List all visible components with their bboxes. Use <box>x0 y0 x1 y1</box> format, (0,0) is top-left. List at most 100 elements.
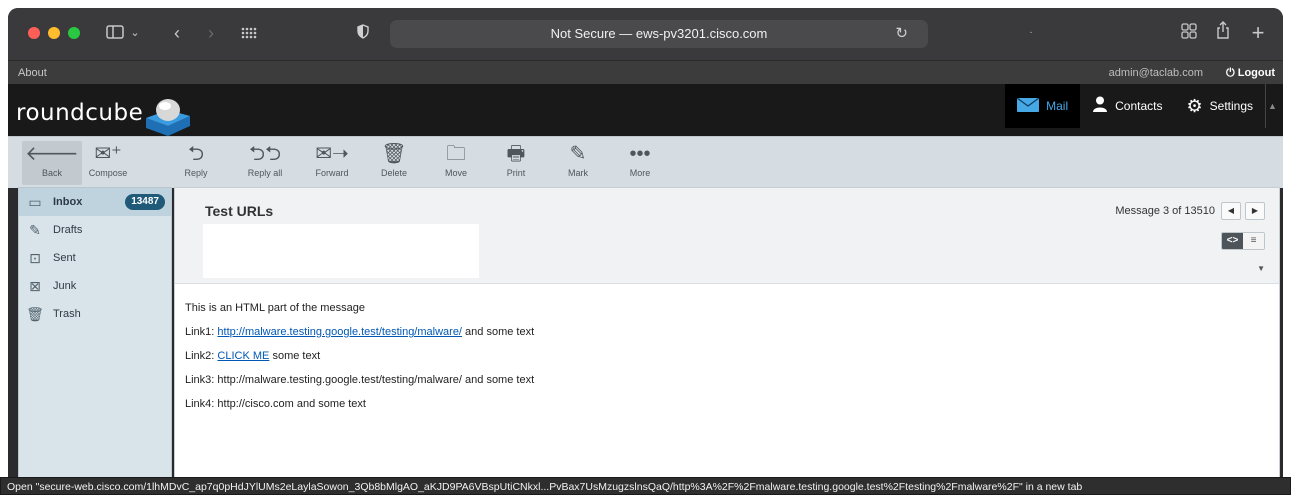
folder-move-icon: 🗀 <box>446 143 466 165</box>
message-pane: Test URLs Message 3 of 13510 ◀ ▶ <> ≡ ▼ … <box>174 187 1280 487</box>
trash-icon: 🗑 <box>26 305 44 322</box>
reply-all-button[interactable]: ⮌⮌ Reply all <box>230 141 300 185</box>
reload-icon[interactable]: ↻ <box>895 20 908 48</box>
close-window-button[interactable] <box>28 27 40 39</box>
chevron-down-icon[interactable]: ▼ <box>1257 264 1265 273</box>
folder-junk[interactable]: ⊠ Junk <box>19 272 171 300</box>
compose-button[interactable]: ✉⁺ Compose <box>78 141 138 185</box>
link2[interactable]: CLICK ME <box>217 350 269 362</box>
folder-label: Trash <box>53 308 81 320</box>
unread-count-badge: 13487 <box>125 194 165 210</box>
folder-label: Sent <box>53 252 76 264</box>
back-label: Back <box>41 168 62 178</box>
sender-info-box <box>203 224 479 278</box>
browser-toolbar: ⌄ ‹ › Not Secure — ews-pv3201.cisco.com … <box>8 8 1283 60</box>
reply-all-icon: ⮌⮌ <box>248 143 282 165</box>
folder-inbox[interactable]: ▭ Inbox 13487 <box>19 188 171 216</box>
body-line: This is an HTML part of the message <box>185 302 365 314</box>
folder-label: Drafts <box>53 224 83 236</box>
message-subject: Test URLs <box>205 203 274 219</box>
tab-grid-icon[interactable] <box>238 20 260 46</box>
address-bar-text: Not Secure — ews-pv3201.cisco.com <box>550 26 768 41</box>
mark-label: Mark <box>568 168 588 178</box>
reply-icon: ⮌ <box>187 143 205 165</box>
printer-icon: 🖶 <box>506 143 526 165</box>
trash-icon: 🗑 <box>381 143 407 165</box>
zoom-window-button[interactable] <box>68 27 80 39</box>
folder-label: Inbox <box>53 196 83 208</box>
nav-mail[interactable]: Mail <box>1005 84 1081 128</box>
body-line: Link2: CLICK ME some text <box>185 344 534 368</box>
new-tab-icon[interactable]: + <box>1248 20 1268 46</box>
power-icon: ⏻ <box>1225 67 1238 79</box>
body-line: Link4: http://cisco.com and some text <box>185 398 366 410</box>
back-icon[interactable]: ‹ <box>168 20 186 46</box>
view-mode-toggle: <> ≡ <box>1221 232 1265 250</box>
topline: About admin@taclab.com ⏻ Logout <box>8 60 1283 84</box>
nav-mail-label: Mail <box>1046 99 1069 113</box>
folder-sent[interactable]: ⊡ Sent <box>19 244 171 272</box>
pencil-mark-icon: ✎ <box>569 143 587 165</box>
delete-label: Delete <box>380 168 407 178</box>
move-button[interactable]: 🗀 Move <box>426 141 486 185</box>
body-line: Link3: http://malware.testing.google.tes… <box>185 374 535 386</box>
move-label: Move <box>444 168 467 178</box>
reply-label: Reply <box>184 168 208 178</box>
previous-message-button[interactable]: ◀ <box>1221 202 1241 220</box>
link1[interactable]: http://malware.testing.google.test/testi… <box>217 326 462 338</box>
minimize-window-button[interactable] <box>48 27 60 39</box>
reply-all-label: Reply all <box>247 168 283 178</box>
forward-label: Forward <box>315 168 349 178</box>
more-dots-icon: ••• <box>629 143 651 165</box>
message-header: Test URLs Message 3 of 13510 ◀ ▶ <> ≡ ▼ <box>175 188 1279 284</box>
plain-view-button[interactable]: ≡ <box>1243 233 1264 249</box>
forward-icon[interactable]: › <box>202 20 220 46</box>
chevron-down-icon[interactable]: ⌄ <box>128 20 142 46</box>
logout-label: Logout <box>1237 67 1275 79</box>
nav-collapse-button[interactable]: ▲ <box>1265 84 1277 128</box>
link2-suffix: some text <box>269 350 321 362</box>
compose-label: Compose <box>88 168 128 178</box>
address-bar[interactable]: Not Secure — ews-pv3201.cisco.com ↻ <box>390 20 928 48</box>
forward-button[interactable]: ✉➝ Forward <box>302 141 362 185</box>
back-button[interactable]: 🡐 Back <box>22 141 82 185</box>
print-button[interactable]: 🖶 Print <box>486 141 546 185</box>
nav-contacts[interactable]: Contacts <box>1080 84 1174 128</box>
message-toolbar: 🡐 Back ✉⁺ Compose ⮌ Reply ⮌⮌ Reply all ✉… <box>8 136 1283 188</box>
share-icon[interactable] <box>1212 20 1234 46</box>
logo-text: roundcube <box>16 100 144 126</box>
nav-settings[interactable]: ⚙ Settings <box>1175 84 1266 128</box>
folder-trash[interactable]: 🗑 Trash <box>19 300 171 328</box>
folder-label: Junk <box>53 280 77 292</box>
sidebar-icon[interactable] <box>104 20 126 46</box>
about-link[interactable]: About <box>18 61 47 85</box>
reply-button[interactable]: ⮌ Reply <box>166 141 226 185</box>
folder-drafts[interactable]: ✎ Drafts <box>19 216 171 244</box>
person-icon <box>1092 96 1108 117</box>
tabs-overview-icon[interactable] <box>1178 20 1200 46</box>
link2-prefix: Link2: <box>185 350 218 362</box>
forward-mail-icon: ✉➝ <box>315 143 349 165</box>
next-message-button[interactable]: ▶ <box>1245 202 1265 220</box>
inbox-icon: ▭ <box>28 193 42 210</box>
folder-list: ▭ Inbox 13487 ✎ Drafts ⊡ Sent ⊠ Junk 🗑 T… <box>18 187 172 487</box>
link1-suffix: and some text <box>462 326 535 338</box>
compose-icon: ✉⁺ <box>94 143 122 165</box>
nav-contacts-label: Contacts <box>1115 99 1163 113</box>
delete-button[interactable]: 🗑 Delete <box>364 141 424 185</box>
more-button[interactable]: ••• More <box>610 141 670 185</box>
browser-window: ⌄ ‹ › Not Secure — ews-pv3201.cisco.com … <box>8 8 1283 495</box>
app-header: roundcube Mail Contacts ⚙ Settings ▲ <box>8 84 1283 142</box>
html-view-button[interactable]: <> <box>1222 233 1243 249</box>
cube-logo-icon <box>146 99 190 136</box>
mark-button[interactable]: ✎ Mark <box>548 141 608 185</box>
junk-icon: ⊠ <box>29 277 41 294</box>
shield-icon[interactable] <box>354 20 372 46</box>
body-line: Link1: http://malware.testing.google.tes… <box>185 320 534 344</box>
triangle-left-icon: ◀ <box>1227 206 1235 215</box>
gear-icon: ⚙ <box>1186 95 1203 116</box>
nav-settings-label: Settings <box>1209 99 1253 113</box>
pencil-icon: ✎ <box>29 221 41 238</box>
message-body: This is an HTML part of the message Link… <box>185 296 534 416</box>
logout-button[interactable]: ⏻ Logout <box>1226 61 1275 85</box>
